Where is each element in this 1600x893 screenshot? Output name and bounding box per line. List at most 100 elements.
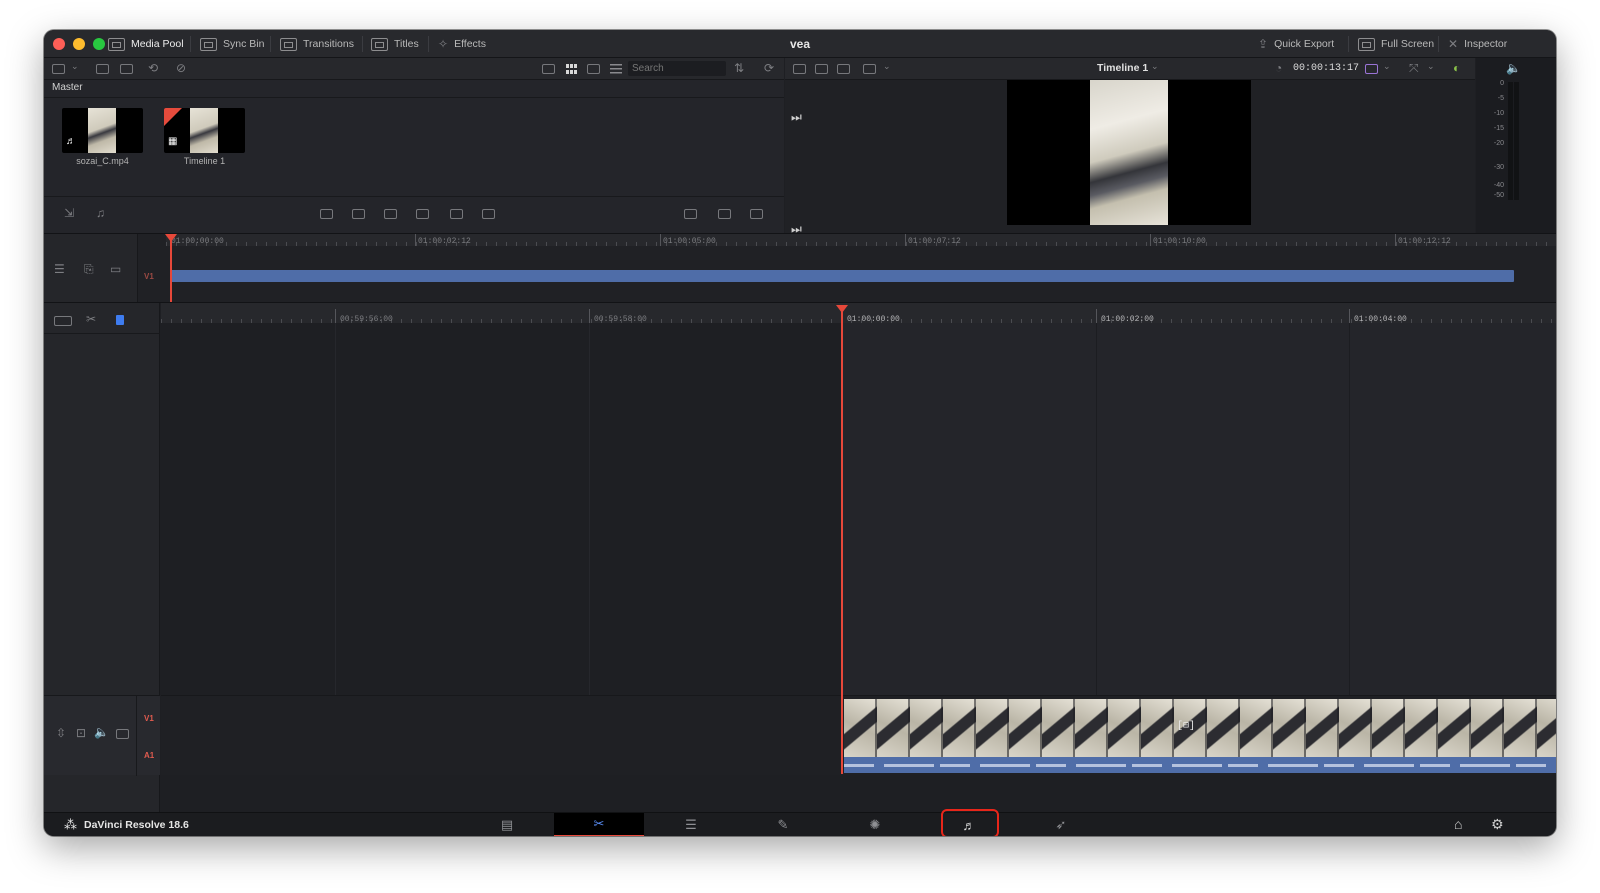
page-navigation-bar: ⁂ DaVinci Resolve 18.6 ▤ ✂ ☰ ✎ ✺ ♬ ➶ ⌂ ⚙ [44, 809, 1556, 836]
meter-scale-label: -30 [1493, 164, 1504, 171]
track-overlay-icon[interactable]: ▭ [110, 262, 121, 276]
titles-button[interactable]: Titles [371, 30, 419, 58]
safe-area-icon[interactable] [793, 64, 806, 74]
full-screen-button[interactable]: Full Screen [1358, 30, 1434, 58]
source-tape-icon[interactable] [815, 64, 828, 74]
media-page-button[interactable]: ▤ [462, 813, 552, 836]
timeline-content-area [842, 323, 1556, 695]
color-page-button[interactable]: ✺ [830, 813, 920, 836]
edit-page-button[interactable]: ☰ [646, 813, 736, 836]
overview-playhead-handle[interactable] [165, 234, 177, 242]
thumbnail-view-icon[interactable] [566, 64, 577, 74]
insert-clip-icon[interactable] [320, 209, 333, 219]
timeline-tools-column: ✂ ⇳ ⊡ 🔈 V1 A1 [44, 303, 160, 813]
timeline-selector[interactable]: Timeline 1 [1097, 62, 1148, 74]
media-pool-button[interactable]: Media Pool [108, 30, 184, 58]
zoom-fit-icon[interactable]: ⤧ [1409, 61, 1419, 76]
scissors-icon[interactable]: ✂ [86, 312, 96, 326]
viewer-mode-icon[interactable] [863, 64, 876, 74]
speaker-icon[interactable]: 🔈 [1506, 61, 1521, 75]
ruler-tick [415, 234, 416, 246]
detail-ruler[interactable]: 00:59:56:00 00:59:58:00 01:00:00:00 01:0… [161, 303, 1556, 324]
fit-to-fill-icon[interactable] [416, 209, 429, 219]
settings-gear-icon[interactable]: ⚙ [1491, 816, 1504, 833]
track-height-icon[interactable]: ⇳ [56, 726, 66, 740]
timeline-flag [164, 108, 182, 126]
ruler-tick [589, 309, 590, 323]
fusion-page-icon: ✎ [777, 817, 789, 832]
title-divider [190, 36, 191, 52]
filmstrip-view-icon[interactable] [542, 64, 555, 74]
in-point-icon[interactable]: ⏭ [791, 110, 802, 125]
scope-icon[interactable]: ◐ [1453, 61, 1460, 75]
video-clip[interactable] [844, 699, 1556, 757]
smart-insert-icon[interactable]: ⇲ [64, 206, 74, 220]
chevron-down-icon[interactable]: ⌄ [1383, 61, 1391, 72]
chevron-down-icon[interactable]: ⌄ [71, 61, 79, 72]
overwrite-clip-icon[interactable] [352, 209, 365, 219]
transitions-button[interactable]: Transitions [280, 30, 354, 58]
new-timeline-icon[interactable] [120, 64, 133, 74]
inspector-button[interactable]: ✕ Inspector [1448, 30, 1507, 58]
chevron-down-icon[interactable]: ⌄ [1427, 61, 1435, 72]
home-icon[interactable]: ⌂ [1454, 816, 1462, 832]
overview-clip-bar[interactable] [171, 270, 1514, 282]
zoom-window-button[interactable] [93, 38, 105, 50]
split-icon[interactable] [684, 209, 697, 219]
media-clip-thumbnail[interactable]: ♬ [62, 108, 143, 153]
quick-export-button[interactable]: ⇪ Quick Export [1258, 30, 1334, 58]
lock-icon[interactable]: ⊡ [76, 726, 86, 740]
full-screen-label: Full Screen [1381, 38, 1435, 50]
fusion-page-button[interactable]: ✎ [738, 813, 828, 836]
sort-icon[interactable]: ⇅ [734, 61, 744, 75]
close-window-button[interactable] [53, 38, 65, 50]
chevron-down-icon[interactable]: ⌄ [1151, 61, 1159, 72]
audio-clip[interactable] [844, 757, 1556, 773]
overview-ruler[interactable]: 01:00:00:00 01:00:02:12 01:00:05:00 01:0… [166, 234, 1556, 246]
audio-waveform [844, 764, 1556, 767]
overview-playhead[interactable] [170, 236, 172, 302]
effects-wand-icon: ✧ [438, 37, 449, 51]
panel-toggle-icon[interactable] [52, 64, 65, 74]
timeline-playhead[interactable] [841, 309, 843, 774]
deliver-page-button[interactable]: ➶ [1016, 813, 1106, 836]
append-icon[interactable]: ♫ [96, 206, 105, 220]
timeline-options-icon[interactable] [54, 316, 72, 326]
place-on-top-icon[interactable] [450, 209, 463, 219]
sync-icon[interactable]: ⟳ [764, 61, 774, 75]
source-overwrite-icon[interactable] [718, 209, 731, 219]
metadata-view-icon[interactable] [587, 64, 600, 74]
unlink-icon[interactable]: ⊘ [176, 61, 186, 75]
replace-clip-icon[interactable] [384, 209, 397, 219]
clip-image [88, 108, 116, 153]
relink-icon[interactable]: ⟲ [148, 61, 158, 75]
minimize-window-button[interactable] [73, 38, 85, 50]
ripple-overwrite-icon[interactable] [482, 209, 495, 219]
viewer-video-image [1090, 80, 1168, 225]
ruler-tick-label: 01:00:10:00 [1153, 237, 1206, 246]
title-divider [1438, 36, 1439, 52]
list-view-icon[interactable] [610, 64, 622, 74]
viewer-toolbar: ⌄ Timeline 1 ⌄ ◔ 00:00:13:17 ⌄ ⤧ ⌄ ◐ [785, 58, 1475, 80]
timeline-playhead-handle[interactable] [836, 305, 848, 313]
chevron-down-icon[interactable]: ⌄ [883, 61, 891, 72]
ruler-tick-label: 01:00:07:12 [908, 237, 961, 246]
track-destination-icon[interactable]: ☰ [54, 262, 65, 276]
timeline-clip-thumbnail[interactable]: ▦ [164, 108, 245, 153]
cut-page-button[interactable]: ✂ [554, 813, 644, 836]
media-search-input[interactable] [628, 61, 726, 76]
meter-scale-label: -50 [1493, 192, 1504, 199]
video-toggle-icon[interactable] [116, 729, 129, 739]
sync-bin-button[interactable]: Sync Bin [200, 30, 264, 58]
media-page-icon: ▤ [500, 817, 514, 832]
audio-waveform-icon[interactable] [750, 209, 763, 219]
marker-icon[interactable] [116, 315, 124, 325]
timeline-view-icon[interactable] [837, 64, 850, 74]
track-lock-icon[interactable]: ⎘ [84, 262, 94, 277]
viewer-frame[interactable] [1007, 80, 1251, 225]
new-bin-icon[interactable] [96, 64, 109, 74]
display-options-icon[interactable] [1365, 64, 1378, 74]
effects-button[interactable]: ✧ Effects [438, 30, 486, 58]
detail-timeline: ✂ ⇳ ⊡ 🔈 V1 A1 00:59:56:00 00:59:58:00 01… [44, 302, 1556, 813]
speaker-icon[interactable]: 🔈 [94, 725, 109, 739]
